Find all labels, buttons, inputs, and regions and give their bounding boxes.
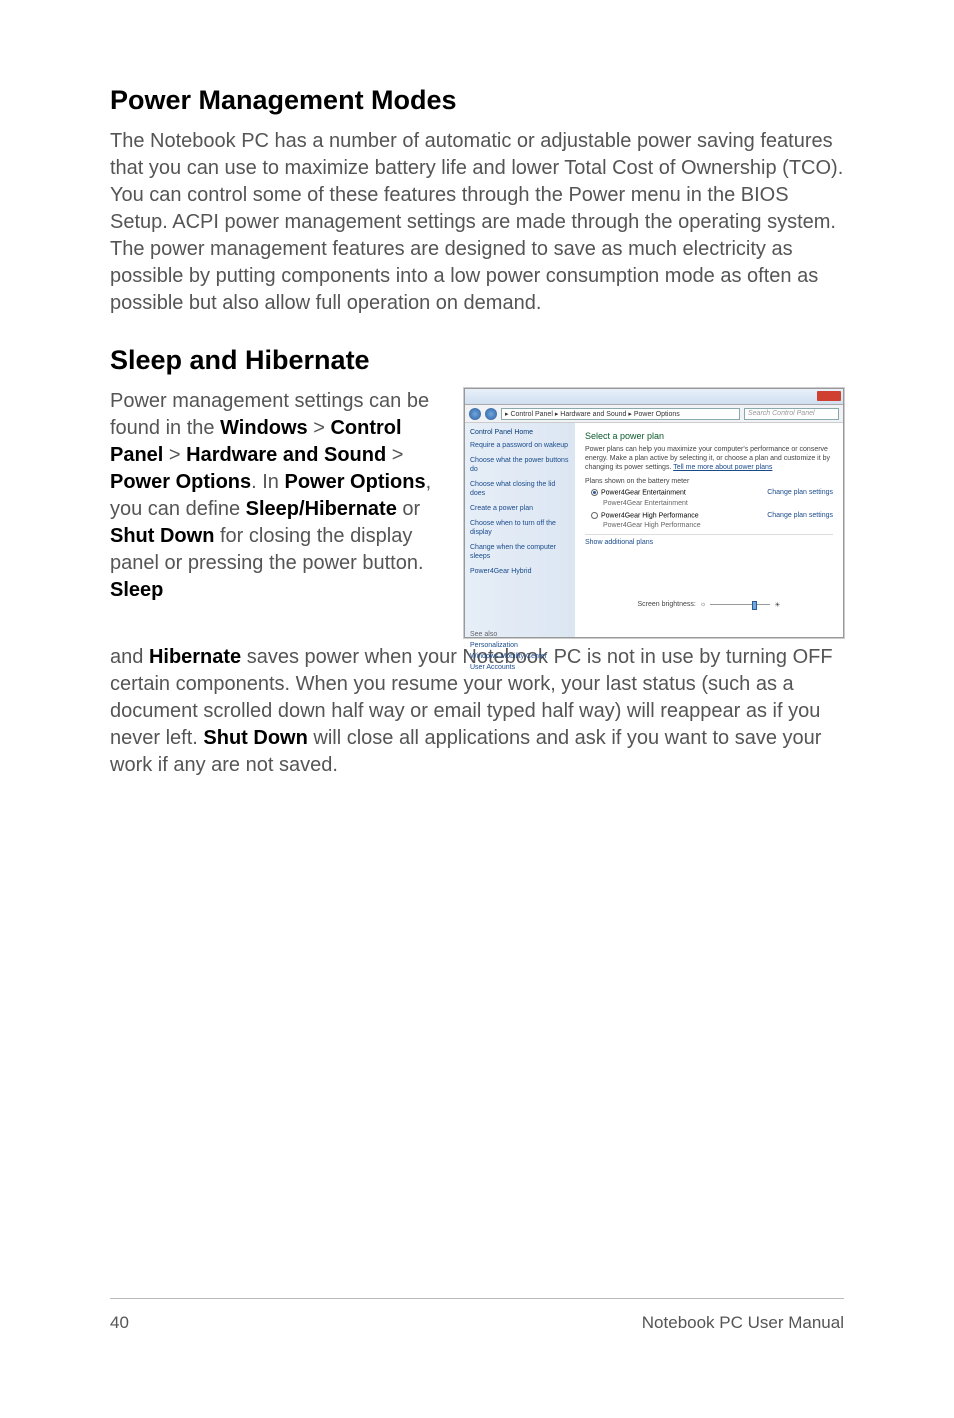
learn-more-link[interactable]: Tell me more about power plans [673, 464, 772, 471]
sidebar-seealso-link[interactable]: User Accounts [470, 664, 570, 671]
text: . In [251, 471, 284, 493]
power-options-screenshot: ▸ Control Panel ▸ Hardware and Sound ▸ P… [464, 388, 844, 638]
sidebar-link[interactable]: Create a power plan [470, 505, 570, 513]
text: > [163, 444, 186, 466]
address-bar: ▸ Control Panel ▸ Hardware and Sound ▸ P… [465, 405, 843, 423]
sidebar-seealso-link[interactable]: Windows Mobility Center [470, 653, 570, 660]
text-shut-down: Shut Down [110, 525, 214, 547]
plan-subtitle: Power4Gear High Performance [585, 522, 833, 529]
text: > [308, 417, 331, 439]
plan-row: Power4Gear Entertainment Change plan set… [585, 489, 833, 496]
page-number: 40 [110, 1313, 129, 1333]
text: > [386, 444, 403, 466]
page-footer: 40 Notebook PC User Manual [110, 1298, 844, 1333]
close-icon[interactable] [817, 391, 841, 401]
show-more-link[interactable]: Show additional plans [585, 534, 833, 546]
plan-name: Power4Gear High Performance [601, 512, 699, 519]
search-input[interactable]: Search Control Panel [744, 408, 839, 420]
sidebar-link[interactable]: Choose what closing the lid does [470, 481, 570, 498]
radio-icon[interactable] [591, 489, 598, 496]
radio-icon[interactable] [591, 512, 598, 519]
plan-subtitle: Power4Gear Entertainment [585, 500, 833, 507]
brightness-slider[interactable] [710, 604, 770, 605]
change-plan-link[interactable]: Change plan settings [767, 489, 833, 496]
text-hardware-sound: Hardware and Sound [186, 444, 386, 466]
paragraph-power-management: The Notebook PC has a number of automati… [110, 128, 844, 317]
sidebar-home-link[interactable]: Control Panel Home [470, 429, 570, 436]
text-hibernate: Hibernate [149, 646, 241, 668]
heading-power-management: Power Management Modes [110, 85, 844, 116]
brightness-label: Screen brightness: [637, 601, 695, 608]
change-plan-link[interactable]: Change plan settings [767, 512, 833, 519]
sidebar-link[interactable]: Change when the computer sleeps [470, 544, 570, 561]
text-sleep-hibernate: Sleep/Hibernate [246, 498, 397, 520]
sidebar-link[interactable]: Choose what the power buttons do [470, 457, 570, 474]
sidebar: Control Panel Home Require a password on… [465, 423, 575, 637]
text-power-options: Power Options [110, 471, 251, 493]
heading-sleep-hibernate: Sleep and Hibernate [110, 345, 844, 376]
window-titlebar [465, 389, 843, 405]
text: and [110, 646, 149, 668]
text: or [397, 498, 420, 520]
sun-dim-icon: ☼ [700, 601, 706, 608]
text-shut-down-2: Shut Down [203, 727, 307, 749]
panel-description: Power plans can help you maximize your c… [585, 445, 833, 472]
nav-forward-icon[interactable] [485, 408, 497, 420]
text-windows: Windows [220, 417, 308, 439]
sidebar-link[interactable]: Require a password on wakeup [470, 442, 570, 450]
paragraph-sleep-intro: Power management settings can be found i… [110, 388, 446, 604]
sidebar-seealso-link[interactable]: Personalization [470, 642, 570, 649]
sidebar-link[interactable]: Power4Gear Hybrid [470, 568, 570, 576]
sidebar-seealso-label: See also [470, 631, 570, 638]
plan-group-label: Plans shown on the battery meter [585, 478, 833, 485]
nav-back-icon[interactable] [469, 408, 481, 420]
sun-bright-icon: ☀ [774, 601, 780, 609]
plan-row: Power4Gear High Performance Change plan … [585, 512, 833, 519]
text-sleep: Sleep [110, 579, 163, 601]
plan-name: Power4Gear Entertainment [601, 490, 686, 497]
text-power-options-2: Power Options [284, 471, 425, 493]
panel-heading: Select a power plan [585, 431, 833, 441]
breadcrumb[interactable]: ▸ Control Panel ▸ Hardware and Sound ▸ P… [501, 408, 740, 420]
manual-title: Notebook PC User Manual [642, 1313, 844, 1333]
main-panel: Select a power plan Power plans can help… [575, 423, 843, 637]
sidebar-link[interactable]: Choose when to turn off the display [470, 520, 570, 537]
